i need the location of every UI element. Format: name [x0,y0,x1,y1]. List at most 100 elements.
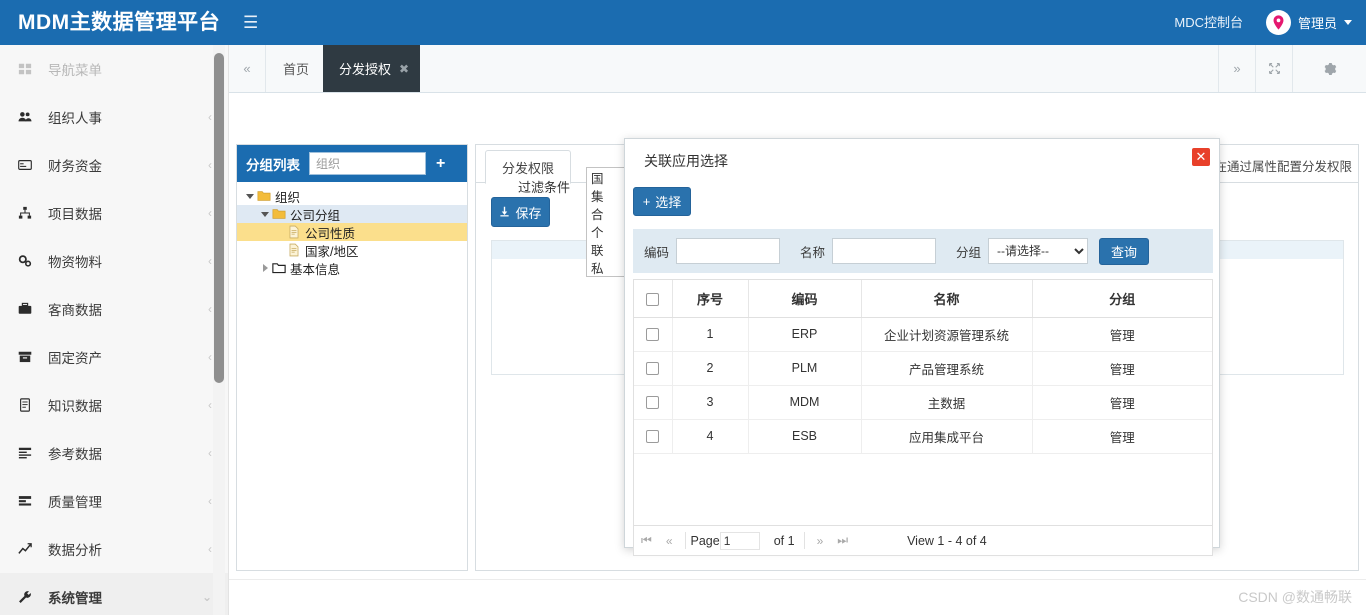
double-chevron-right-icon[interactable]: » [1218,45,1255,92]
name-input[interactable] [832,238,937,264]
tree-toggle[interactable] [243,193,257,199]
tree-node-1[interactable]: 公司分组 [237,205,467,223]
chevron-icon: ‹ [208,302,212,316]
page-prev-icon[interactable]: « [659,534,680,548]
close-icon[interactable]: ✖ [399,62,409,76]
table-row[interactable]: 2 PLM 产品管理系统 管理 [634,351,1212,386]
columns-icon [18,494,38,508]
application-table: 序号 编码 名称 分组 1 ERP 企业计划资源管理系统 管理 2 PLM 产品管理系统 管理 3 MD… [634,280,1212,454]
row-checkbox[interactable] [646,328,660,342]
select-all-checkbox[interactable] [646,292,660,306]
table-row[interactable]: 4 ESB 应用集成平台 管理 [634,419,1212,454]
sidebar-item-7[interactable]: 知识数据 ‹ [0,381,228,429]
row-checkbox[interactable] [646,362,660,376]
wrench-icon [18,590,38,604]
dialog-select-button[interactable]: + 选择 [633,187,691,216]
sidebar-item-10[interactable]: 数据分析 ‹ [0,525,228,573]
table-row[interactable]: 1 ERP 企业计划资源管理系统 管理 [634,317,1212,352]
tree-node-2[interactable]: 公司性质 [237,223,467,241]
mdc-console-link[interactable]: MDC控制台 [1174,0,1243,45]
sidebar-item-11[interactable]: 系统管理 ⌄ [0,573,228,615]
cell-group: 管理 [1032,317,1212,352]
chevron-icon: ‹ [208,398,212,412]
tab-distribution-auth[interactable]: 分发授权 ✖ [323,45,421,92]
column-header-3: 名称 [861,280,1033,318]
cell-code: ERP [748,317,862,352]
group-search-input[interactable] [309,152,426,175]
page-last-icon[interactable]: ⏭ [830,533,855,548]
column-header-4: 分组 [1032,280,1212,318]
select-all-header[interactable] [634,280,673,318]
row-checkbox[interactable] [646,396,660,410]
row-checkbox-cell[interactable] [634,419,673,454]
group-list-title: 分组列表 [246,157,300,173]
tab-strip: « 首页 分发授权 ✖ » [229,45,1366,93]
sidebar-item-1[interactable]: 组织人事 ‹ [0,93,228,141]
archive-icon [18,350,38,364]
query-button[interactable]: 查询 [1099,237,1150,265]
pager-divider [684,532,686,549]
cell-group: 管理 [1032,385,1212,420]
group-field-label: 分组 [956,245,982,260]
sidebar-item-4[interactable]: 物资物料 ‹ [0,237,228,285]
hamburger-icon[interactable]: ☰ [243,0,258,45]
row-checkbox-cell[interactable] [634,385,673,420]
sidebar-item-label: 物资物料 [48,255,102,270]
sidebar-item-6[interactable]: 固定资产 ‹ [0,333,228,381]
table-row[interactable]: 3 MDM 主数据 管理 [634,385,1212,420]
tab-distribution-auth-label: 分发授权 [339,62,392,77]
sidebar-item-0[interactable]: 导航菜单 [0,45,228,93]
tree-node-0[interactable]: 组织 [237,187,467,205]
top-header-bar: MDM主数据管理平台 ☰ MDC控制台 管理员 [0,0,1366,45]
cell-code: PLM [748,351,862,386]
sidebar-item-8[interactable]: 参考数据 ‹ [0,429,228,477]
tree-toggle[interactable] [258,211,272,217]
cell-name: 产品管理系统 [861,351,1033,386]
sidebar-scrollbar-thumb[interactable] [214,53,224,383]
tree-node-3[interactable]: 国家/地区 [237,241,467,259]
expand-arrows-icon[interactable] [1255,45,1292,92]
cell-name: 企业计划资源管理系统 [861,317,1033,352]
chevron-down-icon [1344,20,1352,25]
list-icon [18,446,38,460]
chart-line-icon [18,542,38,556]
page-first-icon[interactable]: ⏮ [634,533,659,548]
sidebar-item-2[interactable]: 财务资金 ‹ [0,141,228,189]
page-number-input[interactable] [719,531,760,550]
row-checkbox-cell[interactable] [634,351,673,386]
name-field-label: 名称 [800,245,826,260]
sidebar-item-label: 财务资金 [48,159,102,174]
cell-name: 应用集成平台 [861,419,1033,454]
chevron-icon: ‹ [208,206,212,220]
save-button[interactable]: 保存 [491,197,550,227]
page-next-icon[interactable]: » [810,534,831,548]
close-icon[interactable]: ✕ [1192,148,1210,166]
code-input[interactable] [676,238,781,264]
sidebar-item-label: 项目数据 [48,207,102,222]
user-menu[interactable]: 管理员 [1265,0,1352,45]
sidebar-item-label: 数据分析 [48,543,102,558]
chevron-icon: ⌄ [201,590,212,604]
query-button-label: 查询 [1111,244,1138,260]
chevron-icon: ‹ [208,446,212,460]
bottom-strip [229,579,1366,615]
tab-home[interactable]: 首页 [267,45,325,92]
sidebar-item-3[interactable]: 项目数据 ‹ [0,189,228,237]
tree-node-4[interactable]: 基本信息 [237,259,467,277]
sidebar-item-9[interactable]: 质量管理 ‹ [0,477,228,525]
cell-name: 主数据 [861,385,1033,420]
gear-icon[interactable] [1292,45,1366,92]
sidebar-item-5[interactable]: 客商数据 ‹ [0,285,228,333]
double-chevron-left-icon[interactable]: « [229,45,266,92]
group-list-panel: 分组列表 + 组织公司分组公司性质国家/地区基本信息 [236,144,468,571]
row-checkbox-cell[interactable] [634,317,673,352]
page-total-label: of 1 [773,533,795,548]
group-select[interactable]: --请选择-- [988,238,1089,264]
tree-toggle[interactable] [258,264,272,272]
row-checkbox[interactable] [646,430,660,444]
card-icon [18,158,38,172]
chevron-icon: ‹ [208,158,212,172]
column-header-2: 编码 [748,280,862,318]
plus-icon[interactable]: + [436,155,445,172]
tree-node-label: 基本信息 [290,262,341,277]
